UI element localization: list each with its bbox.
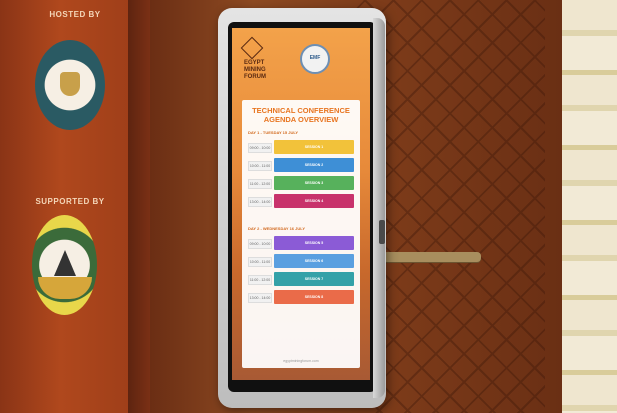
screen-header: EGYPT MINING FORUM EMF — [232, 28, 370, 90]
day1-label: DAY 1 - TUESDAY 15 JULY — [248, 130, 299, 135]
row-time: 11:00 - 12:00 — [249, 182, 271, 186]
agenda-row: 10:00 - 11:00 SESSION 2 — [248, 158, 354, 172]
banner-edge — [128, 0, 150, 413]
eagle-icon — [60, 72, 80, 96]
mining-authority-seal — [32, 215, 97, 315]
session-label: SESSION 8 — [304, 295, 324, 299]
session-bar: SESSION 4 — [274, 194, 354, 208]
logo-text: EGYPT MINING FORUM — [244, 60, 266, 80]
agenda-row: 13:00 - 14:00 SESSION 8 — [248, 290, 354, 304]
tablet-side — [373, 18, 385, 398]
session-label: SESSION 1 — [304, 145, 324, 149]
agenda-title-line2: AGENDA OVERVIEW — [263, 115, 339, 124]
agenda-card: TECHNICAL CONFERENCE AGENDA OVERVIEW DAY… — [242, 100, 360, 368]
agenda-row: 09:00 - 10:00 SESSION 1 — [248, 140, 354, 154]
session-bar: SESSION 3 — [274, 176, 354, 190]
session-bar: SESSION 6 — [274, 254, 354, 268]
pyramid-icon — [240, 36, 264, 60]
session-bar: SESSION 2 — [274, 158, 354, 172]
agenda-row: 11:00 - 12:00 SESSION 7 — [248, 272, 354, 286]
session-bar: SESSION 7 — [274, 272, 354, 286]
display-tablet: EGYPT MINING FORUM EMF TECHNICAL CONFERE… — [218, 8, 386, 408]
agenda-row: 11:00 - 12:00 SESSION 3 — [248, 176, 354, 190]
agenda-row: 09:00 - 10:00 SESSION 5 — [248, 236, 354, 250]
emf-badge-text: EMF — [309, 55, 321, 61]
striped-wall — [562, 0, 617, 413]
photo-scene: HOSTED BY SUPPORTED BY EGYPT MINING FORU… — [0, 0, 617, 413]
session-label: SESSION 2 — [304, 163, 324, 167]
supported-by-label: SUPPORTED BY — [35, 197, 105, 206]
session-bar: SESSION 8 — [274, 290, 354, 304]
row-time: 10:00 - 11:00 — [249, 164, 271, 168]
session-label: SESSION 5 — [304, 241, 324, 245]
tablet-screen: EGYPT MINING FORUM EMF TECHNICAL CONFERE… — [232, 28, 370, 380]
row-time: 09:00 - 10:00 — [249, 242, 271, 246]
hosted-by-label: HOSTED BY — [49, 10, 101, 19]
egypt-mining-forum-logo: EGYPT MINING FORUM — [240, 36, 284, 81]
tablet-side-button — [379, 220, 385, 244]
session-bar: SESSION 1 — [274, 140, 354, 154]
ministry-seal — [35, 40, 105, 130]
agenda-row: 13:00 - 14:00 SESSION 4 — [248, 194, 354, 208]
day2-label: DAY 2 - WEDNESDAY 16 JULY — [248, 226, 305, 231]
row-time: 11:00 - 12:00 — [249, 278, 271, 282]
session-label: SESSION 4 — [304, 199, 324, 203]
session-bar: SESSION 5 — [274, 236, 354, 250]
session-label: SESSION 6 — [304, 259, 324, 263]
agenda-footer: egyptminingforum.com — [283, 359, 319, 363]
seal-arc — [38, 277, 92, 299]
row-time: 10:00 - 11:00 — [249, 260, 271, 264]
session-label: SESSION 7 — [304, 277, 324, 281]
row-time: 13:00 - 14:00 — [249, 296, 271, 300]
agenda-title-line1: TECHNICAL CONFERENCE — [252, 106, 350, 115]
row-time: 09:00 - 10:00 — [249, 146, 271, 150]
agenda-row: 10:00 - 11:00 SESSION 6 — [248, 254, 354, 268]
row-time: 13:00 - 14:00 — [249, 200, 271, 204]
session-label: SESSION 3 — [304, 181, 324, 185]
door-handle — [383, 252, 481, 262]
mining-tower-icon — [54, 250, 76, 276]
emf-badge: EMF — [300, 44, 330, 74]
